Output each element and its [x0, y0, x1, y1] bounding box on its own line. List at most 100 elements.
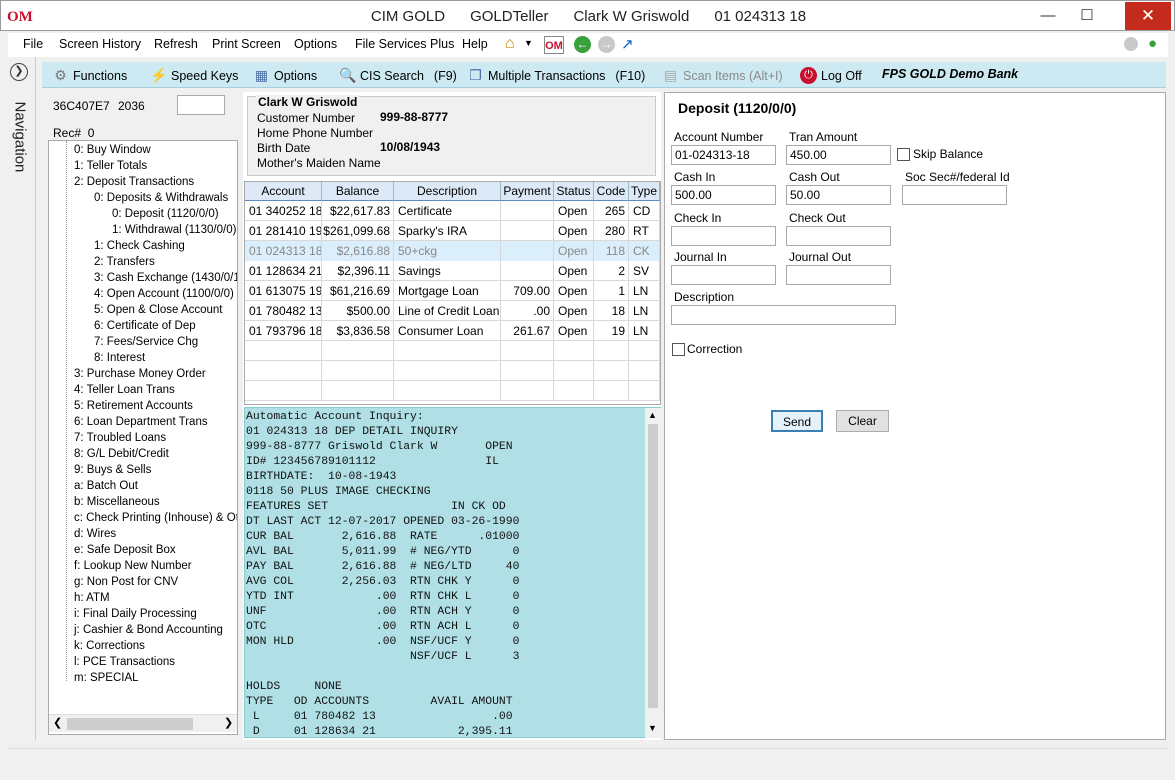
external-window-icon[interactable]: ↗: [621, 35, 639, 53]
column-header[interactable]: Balance: [322, 182, 394, 201]
tree-item[interactable]: d: Wires: [74, 527, 116, 541]
description-field[interactable]: [671, 305, 896, 325]
tree-item[interactable]: 7: Troubled Loans: [74, 431, 166, 445]
tree-item[interactable]: j: Cashier & Bond Accounting: [74, 623, 223, 637]
tree-item[interactable]: h: ATM: [74, 591, 110, 605]
multiple-transactions-button[interactable]: ❐ Multiple Transactions (F10): [467, 67, 645, 84]
tree-item[interactable]: 9: Buys & Sells: [74, 463, 151, 477]
tree-horizontal-scrollbar[interactable]: ❮ ❯: [49, 714, 237, 732]
column-header[interactable]: Type: [629, 182, 660, 201]
cis-search-button[interactable]: 🔍 CIS Search (F9): [339, 67, 457, 84]
tree-item[interactable]: 4: Teller Loan Trans: [74, 383, 175, 397]
tree-item[interactable]: 6: Loan Department Trans: [74, 415, 208, 429]
check-out-field[interactable]: [786, 226, 891, 246]
transaction-tree[interactable]: 0: Buy Window 1: Teller Totals 2: Deposit …: [48, 140, 238, 735]
tree-item[interactable]: 3: Cash Exchange (1430/0/1): [94, 271, 237, 285]
tree-item[interactable]: 0: Buy Window: [74, 143, 151, 157]
scroll-up-icon[interactable]: ▲: [648, 410, 657, 420]
table-row[interactable]: 01 780482 13 $500.00 Line of Credit Loan .0…: [245, 301, 660, 321]
cash-in-field[interactable]: 500.00: [671, 185, 776, 205]
back-icon[interactable]: ←: [574, 36, 591, 53]
column-header[interactable]: Description: [394, 182, 501, 201]
table-row[interactable]: 01 281410 19 $261,099.68 Sparky's IRA Open 2…: [245, 221, 660, 241]
tree-item[interactable]: 2: Transfers: [94, 255, 155, 269]
menu-refresh[interactable]: Refresh: [154, 37, 198, 51]
menu-print-screen[interactable]: Print Screen: [212, 37, 281, 51]
tree-item[interactable]: g: Non Post for CNV: [74, 575, 178, 589]
tree-item[interactable]: f: Lookup New Number: [74, 559, 192, 573]
forward-icon[interactable]: →: [598, 36, 615, 53]
tree-item[interactable]: m: SPECIAL: [74, 671, 139, 685]
tree-item[interactable]: 4: Open Account (1100/0/0): [94, 287, 234, 301]
log-off-button[interactable]: ⏻ Log Off: [800, 67, 862, 84]
cim-logo-icon[interactable]: OM: [544, 36, 564, 54]
correction-checkbox[interactable]: [672, 343, 685, 356]
home-dropdown-chevron-icon[interactable]: ▼: [524, 38, 533, 48]
tree-item[interactable]: a: Batch Out: [74, 479, 138, 493]
menu-file-services-plus[interactable]: File Services Plus: [355, 37, 454, 51]
scroll-left-icon[interactable]: ❮: [53, 716, 62, 729]
tree-item[interactable]: 6: Certificate of Dep: [94, 319, 196, 333]
home-icon[interactable]: ⌂: [505, 35, 515, 53]
accounts-grid[interactable]: Account Balance Description Payment Status Co…: [244, 181, 661, 405]
tree-item[interactable]: 0: Deposits & Withdrawals: [94, 191, 228, 205]
soc-sec-field[interactable]: [902, 185, 1007, 205]
minimize-button[interactable]: —: [1029, 2, 1067, 30]
skip-balance-checkbox[interactable]: [897, 148, 910, 161]
tran-amount-field[interactable]: 450.00: [786, 145, 891, 165]
tree-item[interactable]: k: Corrections: [74, 639, 145, 653]
table-row[interactable]: 01 793796 18 $3,836.58 Consumer Loan 261.67…: [245, 321, 660, 341]
clear-button[interactable]: Clear: [836, 410, 889, 432]
menu-screen-history[interactable]: Screen History: [59, 37, 141, 51]
tree-item[interactable]: 0: Deposit (1120/0/0): [112, 207, 219, 221]
column-header[interactable]: Code: [594, 182, 629, 201]
tree-item[interactable]: 5: Open & Close Account: [94, 303, 223, 317]
scroll-right-icon[interactable]: ❯: [224, 716, 233, 729]
maximize-button[interactable]: ☐: [1067, 2, 1107, 30]
column-header[interactable]: Account: [245, 182, 322, 201]
tree-item[interactable]: 3: Purchase Money Order: [74, 367, 206, 381]
tree-item[interactable]: l: PCE Transactions: [74, 655, 175, 669]
scroll-thumb[interactable]: [67, 718, 193, 730]
functions-button[interactable]: ⚙ Functions: [52, 67, 127, 84]
scroll-down-icon[interactable]: ▼: [648, 723, 657, 733]
user-icon[interactable]: ●: [1148, 35, 1157, 52]
expand-navigation-icon[interactable]: ❯: [10, 63, 28, 81]
check-in-field[interactable]: [671, 226, 776, 246]
tree-item[interactable]: e: Safe Deposit Box: [74, 543, 176, 557]
navigation-label[interactable]: Navigation: [12, 102, 29, 182]
send-button[interactable]: Send: [771, 410, 823, 432]
account-number-field[interactable]: 01-024313-18: [671, 145, 776, 165]
scan-items-button[interactable]: ▤ Scan Items (Alt+I): [662, 67, 783, 84]
cash-out-field[interactable]: 50.00: [786, 185, 891, 205]
tree-item[interactable]: 5: Retirement Accounts: [74, 399, 193, 413]
tree-item[interactable]: 8: Interest: [94, 351, 145, 365]
tree-item[interactable]: 1: Check Cashing: [94, 239, 185, 253]
column-header[interactable]: Status: [554, 182, 594, 201]
table-row[interactable]: 01 340252 18 $22,617.83 Certificate Open 265…: [245, 201, 660, 221]
journal-out-field[interactable]: [786, 265, 891, 285]
inquiry-vertical-scrollbar[interactable]: ▲ ▼: [645, 408, 661, 738]
tree-item[interactable]: 8: G/L Debit/Credit: [74, 447, 169, 461]
table-row[interactable]: 01 613075 19 $61,216.69 Mortgage Loan 709.0…: [245, 281, 660, 301]
tree-item[interactable]: 2: Deposit Transactions: [74, 175, 194, 189]
tree-item[interactable]: b: Miscellaneous: [74, 495, 160, 509]
inquiry-scroll-thumb[interactable]: [648, 424, 658, 708]
quick-entry-input[interactable]: [177, 95, 225, 115]
tree-item[interactable]: 1: Withdrawal (1130/0/0): [112, 223, 236, 237]
menu-help[interactable]: Help: [462, 37, 488, 51]
table-row[interactable]: 01 128634 21 $2,396.11 Savings Open 2 SV: [245, 261, 660, 281]
menu-file[interactable]: File: [23, 37, 43, 51]
close-button[interactable]: ✕: [1125, 2, 1171, 30]
options-button[interactable]: ▦ Options: [253, 67, 317, 84]
tree-item[interactable]: c: Check Printing (Inhouse) & Othe: [74, 511, 237, 525]
column-header[interactable]: Payment: [501, 182, 554, 201]
tree-item[interactable]: i: Final Daily Processing: [74, 607, 197, 621]
table-row[interactable]: 01 024313 18 $2,616.88 50+ckg Open 118 CK: [245, 241, 660, 261]
journal-in-field[interactable]: [671, 265, 776, 285]
tree-item[interactable]: 7: Fees/Service Chg: [94, 335, 198, 349]
speed-keys-button[interactable]: ⚡ Speed Keys: [150, 67, 238, 84]
tree-item[interactable]: 1: Teller Totals: [74, 159, 147, 173]
menu-options[interactable]: Options: [294, 37, 337, 51]
navigation-panel[interactable]: ❯ Navigation: [8, 57, 36, 740]
